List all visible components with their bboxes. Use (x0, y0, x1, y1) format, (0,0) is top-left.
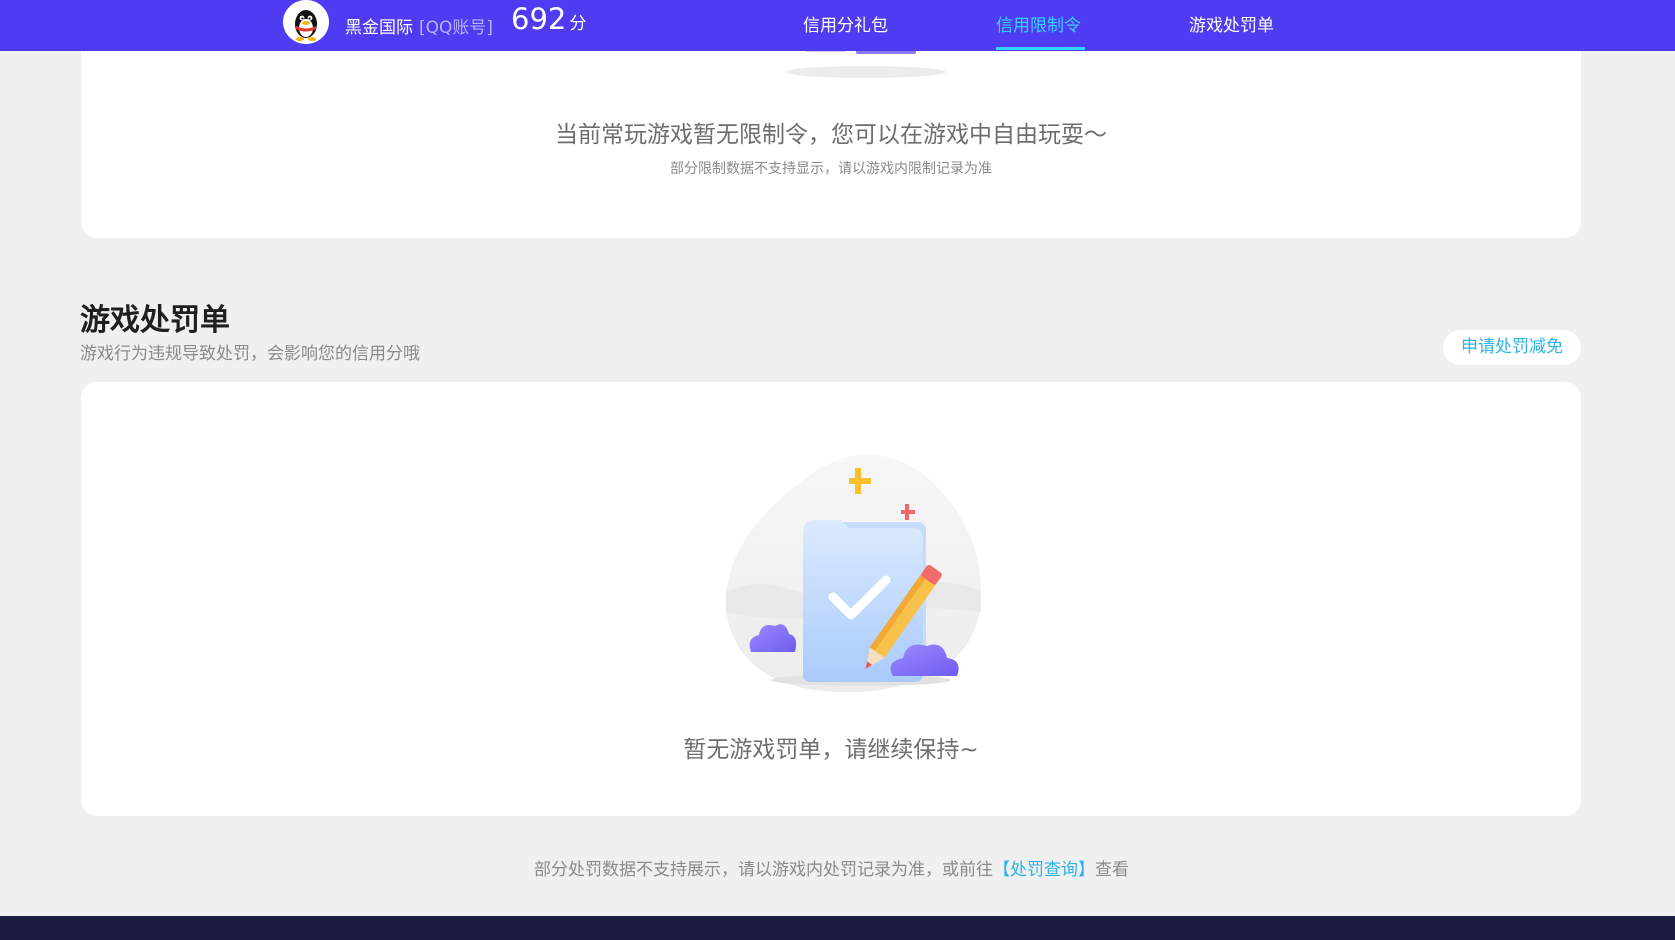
tab-game-penalty[interactable]: 游戏处罚单 (1189, 11, 1274, 36)
penalty-query-link[interactable]: 【处罚查询】 (993, 860, 1095, 880)
qq-penguin-icon (284, 0, 328, 44)
username-text: 黑金国际 (345, 18, 413, 38)
empty-state-illustration-icon (786, 50, 946, 78)
empty-folder-pencil-icon (725, 454, 981, 693)
credit-score-unit: 分 (569, 14, 587, 34)
username: 黑金国际 [QQ账号] (345, 13, 493, 38)
account-type-tag: [QQ账号] (419, 18, 494, 38)
footer-note: 部分处罚数据不支持展示，请以游戏内处罚记录为准，或前往【处罚查询】查看 (0, 855, 1663, 880)
restriction-note: 部分限制数据不支持显示，请以游戏内限制记录为准 (670, 161, 992, 177)
penalty-empty-message: 暂无游戏罚单，请继续保持~ (683, 737, 979, 763)
top-nav-bar: 黑金国际 [QQ账号] 692 分 信用分礼包 信用限制令 游戏处罚单 (0, 0, 1675, 51)
footer-note-prefix: 部分处罚数据不支持展示，请以游戏内处罚记录为准，或前往 (534, 860, 993, 880)
section-title: 游戏处罚单 (80, 303, 230, 338)
page-footer-bar (0, 916, 1675, 940)
credit-score-value: 692 (511, 2, 567, 36)
credit-score: 692 分 (511, 2, 586, 36)
active-tab-indicator (996, 47, 1085, 50)
penalty-card: 暂无游戏罚单，请继续保持~ (81, 382, 1581, 816)
tab-credit-gift[interactable]: 信用分礼包 (803, 11, 888, 36)
footer-note-suffix: 查看 (1095, 860, 1129, 880)
tab-credit-restriction[interactable]: 信用限制令 (996, 11, 1081, 36)
avatar[interactable] (283, 0, 329, 44)
apply-penalty-reduction-button[interactable]: 申请处罚减免 (1443, 330, 1581, 365)
restriction-empty-message: 当前常玩游戏暂无限制令，您可以在游戏中自由玩耍～ (555, 122, 1107, 148)
section-description: 游戏行为违规导致处罚，会影响您的信用分哦 (80, 344, 420, 364)
